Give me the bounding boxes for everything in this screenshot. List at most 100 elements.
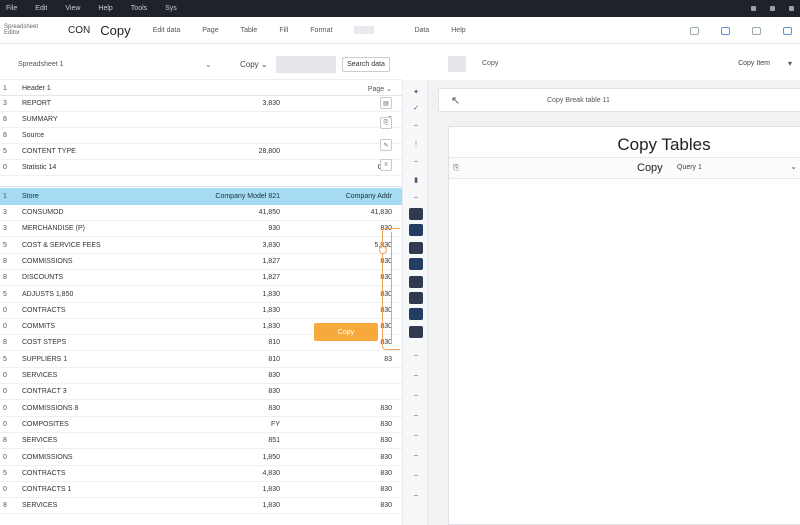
cell-v1: 1,830	[262, 486, 280, 493]
panel-icon[interactable]	[721, 26, 730, 35]
table-row[interactable]: 0 CONTRACTS 1 1,830 830	[0, 482, 402, 498]
sys-menu-tools[interactable]: Tools	[131, 5, 147, 12]
right-copy-label[interactable]: Copy	[482, 60, 498, 67]
menu-format[interactable]: Format	[310, 27, 332, 34]
tool-block-icon[interactable]	[409, 224, 423, 236]
caret-down-icon[interactable]: ▾	[788, 59, 792, 68]
cell-v1: 830	[268, 372, 280, 379]
divider	[0, 186, 402, 187]
dash-icon[interactable]: –	[410, 490, 422, 501]
cell-v2: 83	[384, 356, 392, 363]
filter-icon[interactable]: ▤	[380, 97, 392, 109]
menu-data[interactable]: Data	[414, 27, 429, 34]
share-icon[interactable]	[783, 26, 792, 35]
dash-icon[interactable]: –	[410, 410, 422, 421]
cell-idx: 8	[3, 437, 7, 444]
dash-icon[interactable]: –	[410, 430, 422, 441]
cell-name: COST STEPS	[22, 339, 67, 346]
cell-name: Statistic 14	[22, 164, 57, 171]
menu-page[interactable]: Page	[202, 27, 218, 34]
right-copy-item[interactable]: Copy Item	[738, 60, 770, 67]
sheet-name[interactable]: Spreadsheet 1	[18, 61, 64, 68]
table-row[interactable]: 0 COMPOSITES FY 830	[0, 417, 402, 433]
copy-icon[interactable]: ⎘	[453, 163, 459, 173]
link-icon[interactable]: ⎘	[380, 117, 392, 129]
battery-icon[interactable]	[770, 6, 775, 11]
menu-table[interactable]: Table	[241, 27, 258, 34]
selected-header-row[interactable]: 1 Store Company Model 821 Company Addr	[0, 188, 402, 205]
dash-icon[interactable]: –	[410, 350, 422, 361]
table-row[interactable]: 5 CONTRACTS 4,830 830	[0, 466, 402, 482]
top-header-row[interactable]: 1 Header 1 Page ⌄	[0, 82, 402, 96]
list-icon[interactable]: ≡	[380, 159, 392, 171]
search-data-button[interactable]: Search data	[342, 57, 390, 72]
menu-help[interactable]: Help	[451, 27, 465, 34]
copy-action-button[interactable]: Copy	[314, 323, 378, 341]
pin-icon[interactable]: ✦	[410, 86, 422, 97]
table-row[interactable]: 0 Statistic 14 Cost	[0, 160, 402, 176]
table-row[interactable]: 3 CONSUMOD 41,850 41,830	[0, 205, 402, 221]
subbar-input[interactable]	[276, 56, 336, 73]
cell-idx: 5	[3, 356, 7, 363]
table-row[interactable]: 3 REPORT 3,830	[0, 96, 402, 112]
window-icon[interactable]	[690, 26, 699, 35]
table-row[interactable]: 8 COMMISSIONS 1,827 830	[0, 254, 402, 270]
dash-icon[interactable]: –	[410, 450, 422, 461]
sys-menu-view[interactable]: View	[65, 5, 80, 12]
bar-icon[interactable]: ▮	[410, 174, 422, 185]
table-row[interactable]: 8 SERVICES 1,830 830	[0, 498, 402, 514]
dash-icon[interactable]: –	[410, 470, 422, 481]
cell-v2: 830	[380, 258, 392, 265]
menu-edit-data[interactable]: Edit data	[153, 27, 181, 34]
table-row[interactable]: 5 SUPPLIERS 1 810 83	[0, 352, 402, 368]
preview-inner-bar[interactable]: ⎘ Copy Query 1 ⌄	[449, 157, 800, 179]
check-icon[interactable]: ✓	[410, 102, 422, 113]
chevron-down-icon[interactable]: ⌄	[205, 60, 212, 69]
clock-icon[interactable]	[789, 6, 794, 11]
table-row[interactable]: 8 Source	[0, 128, 402, 144]
tool-block-icon[interactable]	[409, 308, 423, 320]
table-row[interactable]: 5COST & SERVICE FEES3,8305,830	[0, 238, 402, 254]
dash-icon[interactable]: –	[410, 120, 422, 131]
edit-icon[interactable]: ✎	[380, 139, 392, 151]
wifi-icon[interactable]	[751, 6, 756, 11]
dash-icon[interactable]: –	[410, 192, 422, 203]
preview-search-bar[interactable]: ↖ Copy Break table 11	[438, 88, 800, 112]
dash-icon[interactable]: –	[410, 390, 422, 401]
table-row[interactable]: 0 CONTRACTS 1,830 830	[0, 303, 402, 319]
copy-dropdown[interactable]: Copy ⌄	[240, 60, 268, 69]
cell-idx: 5	[3, 242, 7, 249]
dash-icon[interactable]: –	[410, 370, 422, 381]
row-value-1: Company Model 821	[215, 193, 280, 200]
table-row[interactable]: 0 SERVICES 830	[0, 368, 402, 384]
sys-menu-help[interactable]: Help	[98, 5, 112, 12]
table-row[interactable]: 0 COMMISSIONS 8 830 830	[0, 401, 402, 417]
tool-block-icon[interactable]	[409, 276, 423, 288]
cell-name: COMMISSIONS 8	[22, 405, 79, 412]
minus-icon[interactable]: –	[410, 156, 422, 167]
sys-menu-file[interactable]: File	[6, 5, 17, 12]
table-row[interactable]: 0 COMMISSIONS 1,850 830	[0, 450, 402, 466]
tool-block-icon[interactable]	[409, 258, 423, 270]
tool-block-icon[interactable]	[409, 326, 423, 338]
grid-icon[interactable]	[752, 26, 761, 35]
dots-icon[interactable]: ⋮	[410, 138, 422, 149]
row-index: 1	[3, 193, 7, 200]
sys-menu-edit[interactable]: Edit	[35, 5, 47, 12]
table-row[interactable]: 8 SUMMARY 1	[0, 112, 402, 128]
cell-name: CONTRACTS 1	[22, 486, 72, 493]
table-row[interactable]: 8 DISCOUNTS 1,827 830	[0, 270, 402, 286]
chevron-down-icon[interactable]: ⌄	[790, 162, 797, 171]
tool-block-icon[interactable]	[409, 208, 423, 220]
table-row[interactable]: 5 CONTENT TYPE 28,800	[0, 144, 402, 160]
table-row[interactable]: 5 ADJUSTS 1,850 1,830 830	[0, 287, 402, 303]
menu-fill[interactable]: Fill	[279, 27, 288, 34]
sys-menu-sys[interactable]: Sys	[165, 5, 177, 12]
tool-block-icon[interactable]	[409, 242, 423, 254]
tool-block-icon[interactable]	[409, 292, 423, 304]
table-row[interactable]: 8 SERVICES 851 830	[0, 433, 402, 449]
right-preview-pane: ↖ Copy Break table 11 Copy Tables ⎘ Copy…	[428, 80, 800, 525]
selection-handle[interactable]	[379, 246, 387, 254]
table-row[interactable]: 3 MERCHANDISE (P) 930 830	[0, 221, 402, 237]
table-row[interactable]: 0 CONTRACT 3 830	[0, 384, 402, 400]
